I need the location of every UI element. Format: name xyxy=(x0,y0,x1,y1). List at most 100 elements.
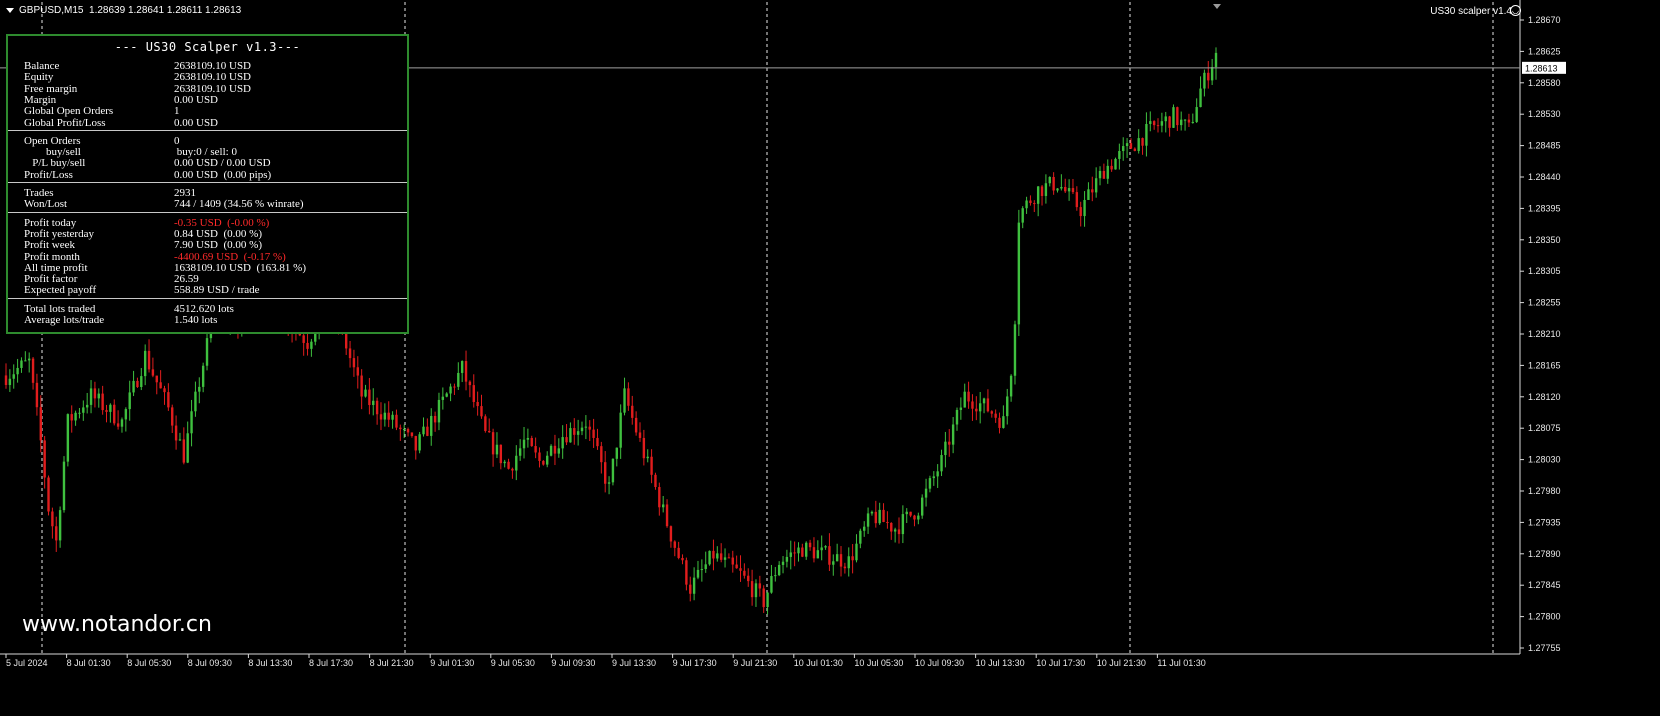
candle-body xyxy=(410,432,414,437)
candle-body xyxy=(159,382,162,389)
candle-body xyxy=(422,426,425,435)
candle-body xyxy=(839,554,843,567)
candle-body xyxy=(128,392,131,410)
candle-body xyxy=(476,401,479,407)
candle-body xyxy=(634,417,638,433)
candle-body xyxy=(306,342,309,349)
candle-body xyxy=(105,410,108,412)
candle-body xyxy=(723,557,727,560)
candle-body xyxy=(1195,107,1198,122)
candle-body xyxy=(368,389,371,406)
panel-label: Balance xyxy=(24,60,60,72)
y-tick-label: 1.28120 xyxy=(1528,392,1561,402)
candle-body xyxy=(750,581,754,598)
candle-body xyxy=(774,575,777,577)
panel-label: Profit/Loss xyxy=(24,168,73,181)
candle-body xyxy=(847,556,850,569)
candle-body xyxy=(1133,148,1137,151)
candle-body xyxy=(375,400,379,415)
candle-body xyxy=(546,455,549,465)
candle-body xyxy=(1110,165,1113,170)
panel-label: Profit week xyxy=(24,239,76,252)
x-tick-label: 10 Jul 05:30 xyxy=(854,658,903,668)
y-tick-label: 1.28395 xyxy=(1528,203,1561,213)
candle-body xyxy=(835,554,839,562)
candle-body xyxy=(1002,416,1005,428)
candle-body xyxy=(109,404,112,412)
candle-body xyxy=(951,424,955,445)
watermark: www.notandor.cn xyxy=(22,612,212,637)
candle-body xyxy=(553,445,557,454)
candle-body xyxy=(669,526,673,542)
candle-body xyxy=(859,530,862,544)
panel-label: Global Profit/Loss xyxy=(24,116,106,129)
x-tick-label: 10 Jul 17:30 xyxy=(1036,658,1085,668)
panel-label: Won/Lost xyxy=(24,198,68,211)
candle-body xyxy=(716,553,719,559)
panel-value: 558.89 USD / trade xyxy=(174,284,260,297)
candle-body xyxy=(754,583,758,598)
candle-body xyxy=(909,511,912,516)
x-tick-label: 5 Jul 2024 xyxy=(6,658,48,668)
candle-body xyxy=(967,391,970,402)
candle-body xyxy=(16,367,19,375)
dropdown-triangle-icon[interactable] xyxy=(6,8,14,13)
candle-body xyxy=(27,358,31,361)
candle-body xyxy=(584,426,588,428)
candle-body xyxy=(886,521,889,524)
candle-body xyxy=(8,378,12,385)
candle-body xyxy=(1013,324,1017,376)
candle-body xyxy=(174,425,178,441)
candle-body xyxy=(731,557,734,565)
candle-body xyxy=(619,412,622,448)
x-tick-label: 11 Jul 01:30 xyxy=(1157,658,1205,668)
y-tick-label: 1.28485 xyxy=(1528,141,1561,151)
candle-body xyxy=(379,414,383,420)
x-tick-label: 10 Jul 21:30 xyxy=(1097,658,1146,668)
candle-body xyxy=(1029,200,1032,204)
candle-body xyxy=(978,403,982,412)
chart-window[interactable]: 1.28670 1.28625 1.28580 1.28530 1.28485 1.284… xyxy=(0,0,1660,716)
candle-body xyxy=(205,338,209,366)
smiley-icon[interactable]: ◡ xyxy=(1510,5,1521,16)
candle-body xyxy=(511,468,514,471)
candle-body xyxy=(143,350,147,377)
candle-body xyxy=(696,569,700,578)
panel-label: Equity xyxy=(24,71,54,84)
candle-body xyxy=(538,452,541,461)
candle-body xyxy=(58,510,62,541)
candle-body xyxy=(101,393,104,411)
candle-body xyxy=(503,461,506,464)
candle-body xyxy=(901,514,905,535)
candle-body xyxy=(395,414,398,428)
candle-body xyxy=(155,375,158,383)
x-tick-label: 9 Jul 17:30 xyxy=(673,658,717,668)
candle-body xyxy=(758,583,762,589)
panel-label: Open Orders xyxy=(24,134,81,147)
candle-body xyxy=(35,382,39,408)
candle-body xyxy=(658,487,661,508)
panel-label: Trades xyxy=(24,187,54,199)
candle-body xyxy=(990,411,993,414)
y-tick-label: 1.28670 xyxy=(1528,15,1561,25)
panel-label: Free margin xyxy=(24,82,78,95)
candle-body xyxy=(1064,187,1067,192)
panel-label: Margin xyxy=(24,93,57,106)
panel-label: Profit yesterday xyxy=(24,227,94,240)
candle-body xyxy=(348,348,352,359)
candle-body xyxy=(1125,143,1129,147)
candle-body xyxy=(1048,176,1051,184)
candle-body xyxy=(719,553,723,560)
candle-body xyxy=(611,458,615,483)
y-tick-label: 1.27980 xyxy=(1528,486,1561,496)
candle-body xyxy=(1075,192,1079,208)
candle-body xyxy=(24,360,27,362)
y-tick-label: 1.27755 xyxy=(1528,643,1561,653)
candle-body xyxy=(453,386,456,388)
panel-label: Profit month xyxy=(24,250,80,263)
candle-body xyxy=(190,411,193,434)
candle-body xyxy=(147,350,151,370)
candle-body xyxy=(743,570,746,576)
x-tick-label: 8 Jul 17:30 xyxy=(309,658,353,668)
panel-value: 1.540 lots xyxy=(174,314,218,326)
